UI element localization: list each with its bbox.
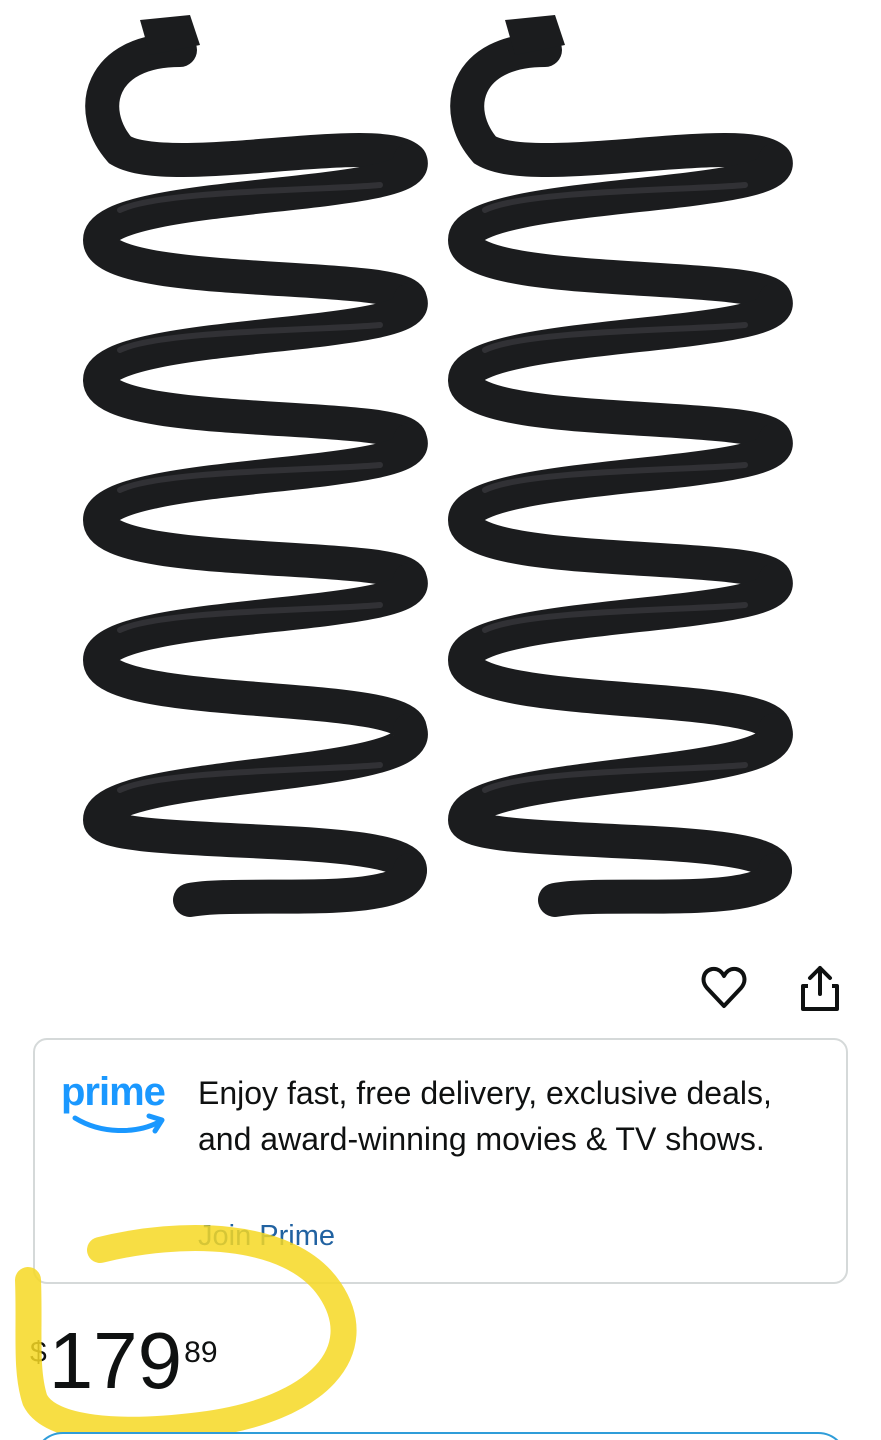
bottom-action-button[interactable] [33,1432,848,1440]
product-actions [699,960,845,1016]
price: $ 179 89 [30,1318,218,1408]
share-icon[interactable] [795,960,845,1016]
price-fraction: 89 [184,1336,218,1369]
coil-springs-image [0,0,881,940]
prime-logo-text: prime [61,1070,166,1114]
price-symbol: $ [30,1336,47,1369]
price-whole: 179 [48,1316,183,1405]
prime-description: Enjoy fast, free delivery, exclusive dea… [198,1075,772,1157]
join-prime-link[interactable]: Join Prime [198,1220,335,1253]
prime-smile-icon [72,1113,165,1134]
prime-logo: prime [61,1070,191,1134]
product-image[interactable] [0,0,881,940]
heart-outline-icon[interactable] [699,960,749,1016]
prime-promo-card: prime Enjoy fast, free delivery, exclusi… [33,1038,848,1284]
